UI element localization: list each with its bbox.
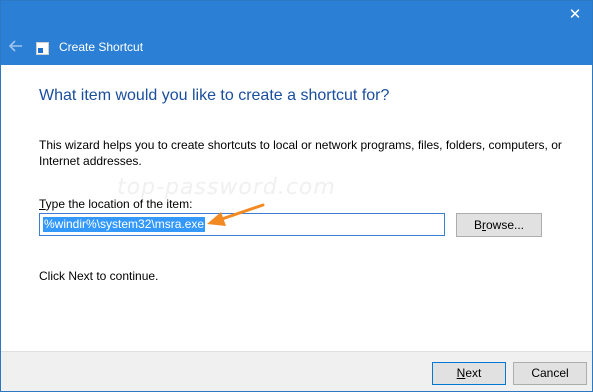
annotation-arrow-icon xyxy=(207,203,265,226)
browse-label-end: owse... xyxy=(486,218,525,232)
window-title: Create Shortcut xyxy=(59,40,144,54)
continue-instruction: Click Next to continue. xyxy=(39,269,159,283)
browse-label-start: B xyxy=(473,218,482,232)
wizard-content: What item would you like to create a sho… xyxy=(1,65,592,351)
location-label: Type the location of the item: xyxy=(39,196,192,212)
title-bar: ✕ Create Shortcut xyxy=(1,1,592,65)
next-button[interactable]: Next xyxy=(432,362,506,385)
location-label-text: ype the location of the item: xyxy=(45,197,193,211)
browse-button[interactable]: Browse... xyxy=(456,213,542,237)
next-label-text: ext xyxy=(465,366,482,380)
cancel-button[interactable]: Cancel xyxy=(513,362,587,385)
wizard-description: This wizard helps you to create shortcut… xyxy=(39,138,562,168)
create-shortcut-window: ✕ Create Shortcut What item would you li… xyxy=(0,0,593,392)
page-title: What item would you like to create a sho… xyxy=(39,87,390,104)
shortcut-icon xyxy=(36,42,49,55)
back-arrow-icon[interactable] xyxy=(7,37,25,55)
close-icon: ✕ xyxy=(568,6,582,23)
location-input-value: %windir%\system32\msra.exe xyxy=(43,217,206,232)
location-label-accelerator: T xyxy=(39,197,46,211)
button-bar: Next Cancel xyxy=(1,351,592,391)
close-button[interactable]: ✕ xyxy=(564,5,586,25)
